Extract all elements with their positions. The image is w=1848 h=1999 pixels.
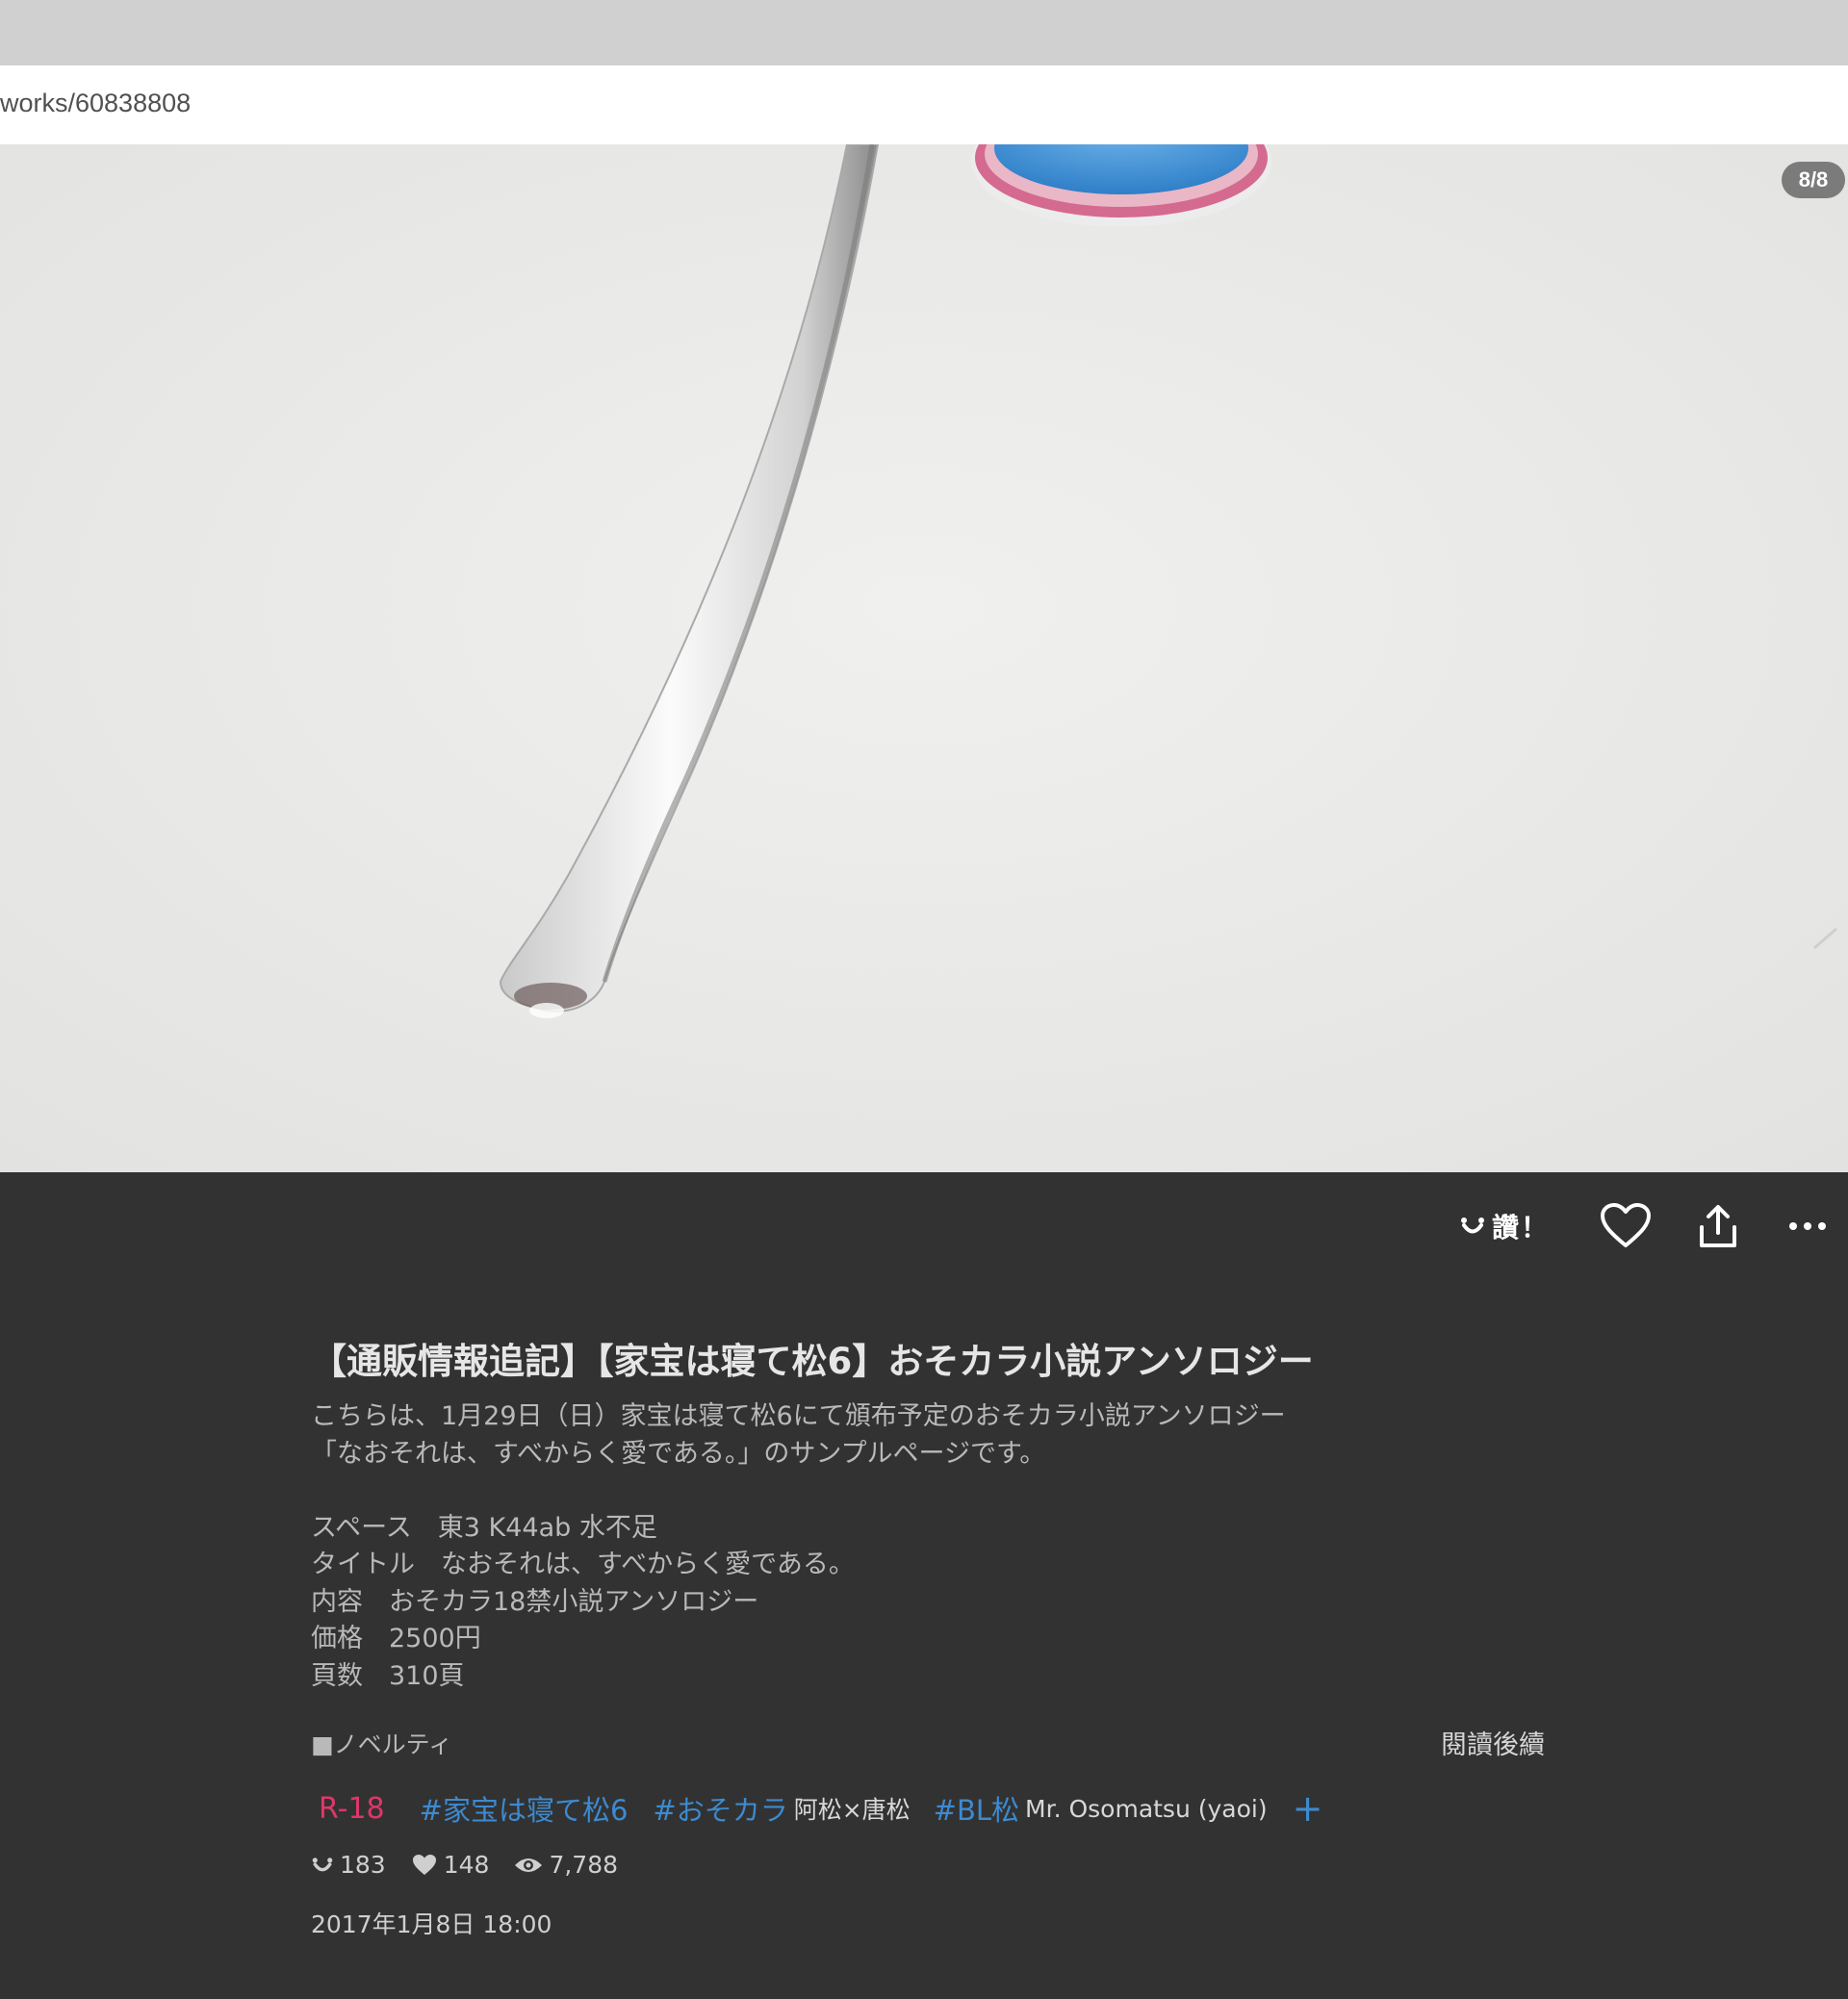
like-button[interactable] xyxy=(1600,1203,1652,1249)
more-options-button[interactable] xyxy=(1788,1221,1827,1231)
artwork-photo xyxy=(0,144,1848,1172)
good-deed-label: 讚！ xyxy=(1491,1212,1550,1243)
tag-list: R-18 #家宝は寝て松6 #おそカラ 阿松×唐松 #BL松 Mr. Osoma… xyxy=(311,1787,1543,1830)
good-deed-count-value: 183 xyxy=(340,1851,386,1879)
tag-link[interactable]: #BL松 xyxy=(934,1788,1019,1829)
work-stats: 183 148 7,788 xyxy=(311,1851,1543,1879)
smile-icon xyxy=(312,1857,333,1871)
view-count: 7,788 xyxy=(514,1851,618,1879)
work-title: 【通販情報追記】【家宝は寝て松6】おそカラ小説アンソロジー xyxy=(311,1341,1314,1382)
page-indicator: 8/8 xyxy=(1782,162,1845,198)
artwork-actions: 讚！ xyxy=(1459,1197,1848,1255)
heart-icon xyxy=(412,1854,436,1875)
description-line xyxy=(311,1473,1543,1510)
novelty-row: ■ノベルティ 閱讀後續 xyxy=(311,1724,1545,1762)
rating-tag[interactable]: R-18 xyxy=(319,1792,385,1826)
artwork-viewer[interactable]: 8/8 xyxy=(0,144,1848,1172)
tag-translation: Mr. Osomatsu (yaoi) xyxy=(1025,1794,1268,1823)
work-description: こちらは、1月29日（日）家宝は寝て松6にて頒布予定のおそカラ小説アンソロジー … xyxy=(311,1398,1543,1695)
description-line: スペース 東3 K44ab 水不足 xyxy=(311,1512,657,1543)
eye-icon xyxy=(515,1858,543,1872)
description-line: 価格 2500円 xyxy=(311,1624,481,1653)
description-line: こちらは、1月29日（日）家宝は寝て松6にて頒布予定のおそカラ小説アンソロジー xyxy=(311,1401,1286,1431)
view-count-value: 7,788 xyxy=(549,1851,619,1879)
url-text[interactable]: works/60838808 xyxy=(0,89,191,118)
work-details: 【通販情報追記】【家宝は寝て松6】おそカラ小説アンソロジー こちらは、1月29日… xyxy=(311,1333,1545,1940)
like-count: 148 xyxy=(411,1851,490,1879)
address-bar[interactable]: works/60838808 xyxy=(0,65,1848,146)
browser-tab-bar xyxy=(0,0,1848,65)
posted-date: 2017年1月8日 18:00 xyxy=(311,1910,552,1938)
more-icon xyxy=(1789,1222,1826,1230)
tag-link[interactable]: #おそカラ xyxy=(653,1788,787,1829)
description-line: 頁数 310頁 xyxy=(311,1660,465,1691)
novelty-label: ■ノベルティ xyxy=(311,1730,453,1758)
read-more-link[interactable]: 閱讀後續 xyxy=(1441,1724,1545,1761)
good-deed-count: 183 xyxy=(311,1851,386,1879)
heart-icon xyxy=(1601,1203,1651,1247)
description-line: 内容 おそカラ18禁小説アンソロジー xyxy=(311,1586,759,1617)
add-tag-button[interactable]: + xyxy=(1293,1790,1323,1827)
share-icon xyxy=(1700,1205,1736,1247)
description-line: 「なおそれは、すべからく愛である。」のサンプルページです。 xyxy=(311,1438,1046,1469)
good-deed-button[interactable]: 讚！ xyxy=(1459,1207,1550,1245)
share-button[interactable] xyxy=(1698,1204,1738,1248)
description-line: タイトル なおそれは、すべからく愛である。 xyxy=(311,1550,855,1579)
tag-link[interactable]: #家宝は寝て松6 xyxy=(420,1788,629,1829)
smile-icon xyxy=(1460,1217,1484,1234)
like-count-value: 148 xyxy=(443,1851,490,1879)
tag-translation: 阿松×唐松 xyxy=(793,1796,911,1824)
